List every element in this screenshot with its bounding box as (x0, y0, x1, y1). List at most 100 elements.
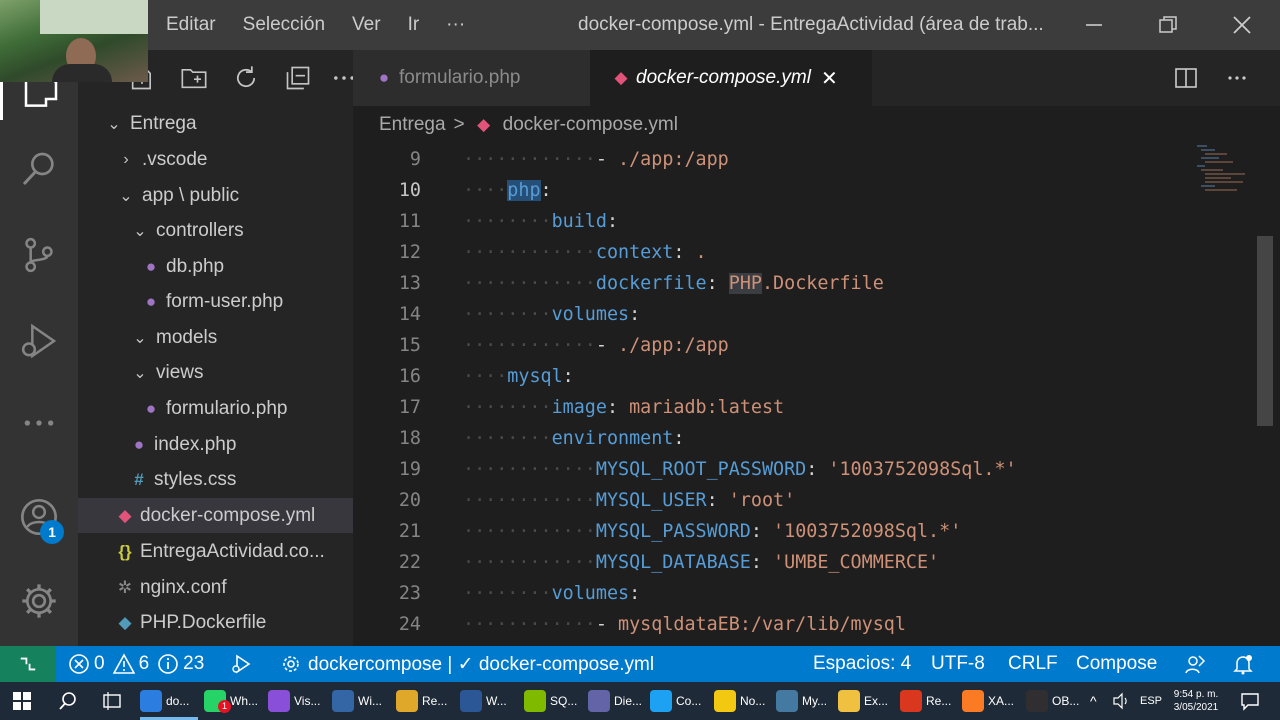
search-activity-button[interactable] (0, 130, 78, 208)
volume-button[interactable] (1112, 682, 1130, 720)
breadcrumb-file[interactable]: docker-compose.yml (503, 114, 678, 136)
task-status[interactable]: dockercompose | ✓ docker-compose.yml (280, 646, 654, 682)
tree-item-app-public[interactable]: ⌄ app \ public (78, 178, 353, 213)
line-number: 24 (398, 614, 421, 635)
source-control-activity-button[interactable] (0, 216, 78, 294)
start-button[interactable] (12, 682, 32, 720)
task-status-label: dockercompose | ✓ docker-compose.yml (308, 653, 655, 675)
code-line[interactable]: 9 ············- ./app:/app (353, 144, 1253, 175)
tree-item-docker-compose[interactable]: ◆ docker-compose.yml (78, 498, 353, 533)
tab-formulario-php[interactable]: ● formulario.php (353, 50, 590, 106)
taskbar-app-button[interactable]: XA... (962, 682, 1022, 720)
tree-item-label: EntregaActividad.co... (140, 540, 325, 562)
tree-item-formulario-php[interactable]: ● formulario.php (78, 391, 353, 426)
code-line[interactable]: 21 ············MYSQL_PASSWORD: '100375209… (353, 516, 1253, 547)
run-task-button[interactable] (230, 646, 252, 682)
taskbar-app-button[interactable]: My... (776, 682, 836, 720)
code-line[interactable]: 13 ············dockerfile: PHP.Dockerfile (353, 268, 1253, 299)
taskbar-app-button[interactable]: No... (714, 682, 774, 720)
run-debug-activity-button[interactable] (0, 302, 78, 380)
code-line[interactable]: 24 ············- mysqldataEB:/var/lib/mys… (353, 609, 1253, 640)
taskbar-app-button[interactable]: W... (460, 682, 520, 720)
menu-more[interactable]: ··· (446, 14, 465, 36)
menu-seleccion[interactable]: Selección (243, 14, 325, 36)
taskbar-app-button[interactable]: Re... (396, 682, 456, 720)
language-mode-status[interactable]: Compose (1076, 646, 1157, 682)
code-line[interactable]: 18 ········environment: (353, 423, 1253, 454)
code-line[interactable]: 10 ····php: (353, 175, 1253, 206)
code-editor[interactable]: 9 ············- ./app:/app 10 ····php: 11 ···… (353, 144, 1280, 646)
tab-docker-compose[interactable]: ◆ docker-compose.yml ✕ (590, 50, 872, 106)
code-line[interactable]: 17 ········image: mariadb:latest (353, 392, 1253, 423)
close-tab-icon[interactable]: ✕ (821, 66, 838, 91)
clock[interactable]: 9:54 p. m. 3/05/2021 (1166, 682, 1226, 720)
code-line[interactable]: 19 ············MYSQL_ROOT_PASSWORD: '1003… (353, 454, 1253, 485)
notifications-button[interactable] (1232, 646, 1254, 682)
taskbar-app-button[interactable]: Die... (588, 682, 648, 720)
tree-item-db-php[interactable]: ● db.php (78, 249, 353, 284)
collapse-all-icon[interactable] (284, 64, 312, 92)
tree-root-folder[interactable]: ⌄ Entrega (78, 106, 353, 141)
tree-item-vscode[interactable]: › .vscode (78, 142, 353, 177)
new-folder-icon[interactable] (180, 64, 208, 92)
taskbar-app-button[interactable]: Wh... 1 (204, 682, 264, 720)
code-line[interactable]: 16 ····mysql: (353, 361, 1253, 392)
tree-item-workspace-json[interactable]: {} EntregaActividad.co... (78, 534, 353, 569)
tree-item-label: PHP.Dockerfile (140, 611, 267, 633)
tree-item-nginx-conf[interactable]: ✲ nginx.conf (78, 570, 353, 605)
taskbar-app-button[interactable]: OB... (1026, 682, 1086, 720)
tree-item-php-dockerfile[interactable]: ◆ PHP.Dockerfile (78, 605, 353, 640)
taskbar-app-button[interactable]: Co... (650, 682, 710, 720)
taskbar-app-button[interactable]: Ex... (838, 682, 898, 720)
taskbar-app-button[interactable]: Vis... (268, 682, 328, 720)
encoding-status[interactable]: UTF-8 (931, 646, 985, 682)
task-view-button[interactable] (102, 682, 122, 720)
tree-item-form-user-php[interactable]: ● form-user.php (78, 284, 353, 319)
ellipsis-icon[interactable] (330, 64, 353, 92)
menu-ir[interactable]: Ir (408, 14, 420, 36)
code-token: - (595, 335, 619, 356)
ellipsis-icon (1228, 76, 1246, 80)
editor-more-button[interactable] (1217, 50, 1257, 106)
tree-item-views[interactable]: ⌄ views (78, 355, 353, 390)
close-window-button[interactable] (1212, 0, 1272, 50)
settings-activity-button[interactable] (0, 562, 78, 640)
code-line[interactable]: 20 ············MYSQL_USER: 'root' (353, 485, 1253, 516)
more-activity-button[interactable] (0, 384, 78, 462)
code-line[interactable]: 22 ············MYSQL_DATABASE: 'UMBE_COMM… (353, 547, 1253, 578)
code-line[interactable]: 12 ············context: . (353, 237, 1253, 268)
problems-indicator[interactable]: 0 6 23 (68, 646, 204, 682)
code-line[interactable]: 14 ········volumes: (353, 299, 1253, 330)
indentation-status[interactable]: Espacios: 4 (813, 646, 911, 682)
taskbar-search-button[interactable] (58, 682, 78, 720)
tree-item-models[interactable]: ⌄ models (78, 320, 353, 355)
tree-item-index-php[interactable]: ● index.php (78, 427, 353, 462)
minimap[interactable] (1193, 144, 1253, 204)
menu-ver[interactable]: Ver (352, 14, 381, 36)
code-line[interactable]: 23 ········volumes: (353, 578, 1253, 609)
restore-button[interactable] (1138, 0, 1198, 50)
minimize-button[interactable] (1064, 0, 1124, 50)
code-token: : (706, 273, 729, 294)
taskbar-app-button[interactable]: do... (140, 682, 200, 720)
taskbar-app-button[interactable]: Re... (900, 682, 960, 720)
tray-overflow-button[interactable]: ^ (1090, 682, 1097, 720)
input-language[interactable]: ESP (1140, 682, 1162, 720)
taskbar-app-button[interactable]: Wi... (332, 682, 392, 720)
editor-scrollbar[interactable] (1257, 236, 1273, 426)
feedback-button[interactable] (1184, 646, 1206, 682)
accounts-activity-button[interactable]: 1 (0, 478, 78, 556)
eol-status[interactable]: CRLF (1008, 646, 1058, 682)
refresh-icon[interactable] (232, 64, 260, 92)
menu-editar[interactable]: Editar (166, 14, 216, 36)
breadcrumb-folder[interactable]: Entrega (379, 114, 446, 136)
code-line[interactable]: 11 ········build: (353, 206, 1253, 237)
code-line[interactable]: 15 ············- ./app:/app (353, 330, 1253, 361)
action-center-button[interactable] (1240, 682, 1260, 720)
tree-item-styles-css[interactable]: # styles.css (78, 462, 353, 497)
line-number: 21 (398, 521, 421, 542)
split-editor-button[interactable] (1166, 50, 1206, 106)
tree-item-controllers[interactable]: ⌄ controllers (78, 213, 353, 248)
taskbar-app-button[interactable]: SQ... (524, 682, 584, 720)
remote-button[interactable] (0, 646, 56, 682)
